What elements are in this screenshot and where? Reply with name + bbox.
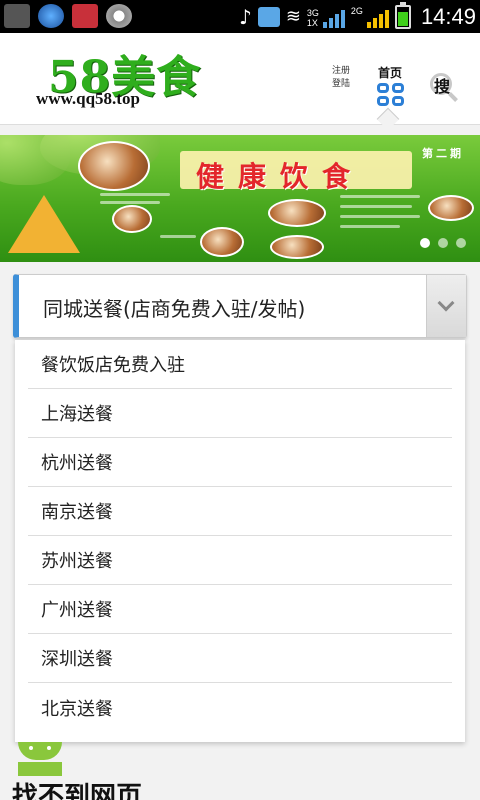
network-2g-label: 2G: [350, 5, 363, 16]
select-toggle-button[interactable]: [426, 275, 466, 337]
music-muted-icon: ♪: [239, 4, 252, 29]
error-page-title: 找不到网页: [12, 782, 143, 800]
carousel-dot[interactable]: [438, 238, 448, 248]
menu-caret-icon: [376, 107, 400, 131]
logo-url: www.qq58.top: [36, 89, 140, 108]
register-label: 注册: [331, 66, 350, 76]
shield-icon: [72, 4, 98, 28]
banner-image[interactable]: 健康饮食 第二期: [0, 135, 480, 262]
login-label: 登陆: [331, 79, 350, 89]
food-pyramid-graphic: [8, 195, 80, 253]
signal-3g-icon: 3G 1X: [307, 6, 345, 28]
network-1x-label: 1X: [306, 17, 318, 28]
signal-2g-icon: 2G: [351, 6, 389, 28]
network-3g-label: 3G: [306, 7, 319, 18]
wifi-icon: ≋: [285, 6, 301, 27]
select-value: 同城送餐(店商免费入驻/发帖): [43, 297, 306, 321]
android-icon: [10, 742, 76, 776]
option-item[interactable]: 深圳送餐: [28, 634, 452, 683]
search-label: 搜: [433, 77, 450, 96]
option-item[interactable]: 北京送餐: [28, 683, 452, 732]
city-delivery-select[interactable]: 同城送餐(店商免费入驻/发帖): [13, 274, 467, 338]
option-item[interactable]: 广州送餐: [28, 585, 452, 634]
home-button[interactable]: 首页: [372, 65, 408, 106]
register-login-button[interactable]: 注册 登陆: [322, 63, 360, 93]
option-item[interactable]: 上海送餐: [28, 389, 452, 438]
grid-icon: [376, 83, 404, 106]
option-item[interactable]: 杭州送餐: [28, 438, 452, 487]
option-item[interactable]: 南京送餐: [28, 487, 452, 536]
search-button[interactable]: 搜: [424, 65, 460, 105]
banner-title: 健康饮食: [196, 160, 365, 193]
carousel-dots[interactable]: [420, 238, 466, 248]
gallery-icon: [4, 4, 30, 28]
volume-icon: [257, 6, 280, 27]
carousel-dot[interactable]: [420, 238, 430, 248]
option-item[interactable]: 餐饮饭店免费入驻: [28, 340, 452, 389]
site-header: 58美食 www.qq58.top 注册 登陆 首页 搜: [0, 33, 480, 131]
select-options-list: 餐饮饭店免费入驻 上海送餐 杭州送餐 南京送餐 苏州送餐 广州送餐 深圳送餐 北…: [15, 340, 465, 742]
battery-icon: [394, 1, 411, 29]
status-time: 14:49: [420, 3, 476, 29]
sync-icon: [106, 4, 132, 28]
banner-issue: 第二期: [422, 147, 464, 160]
app-icon: [38, 4, 64, 28]
carousel-dot[interactable]: [456, 238, 466, 248]
home-label: 首页: [377, 66, 402, 80]
chevron-down-icon: [437, 294, 455, 312]
option-item[interactable]: 苏州送餐: [28, 536, 452, 585]
status-bar: ♪ ≋ 3G 1X 2G 14:49: [0, 0, 480, 33]
